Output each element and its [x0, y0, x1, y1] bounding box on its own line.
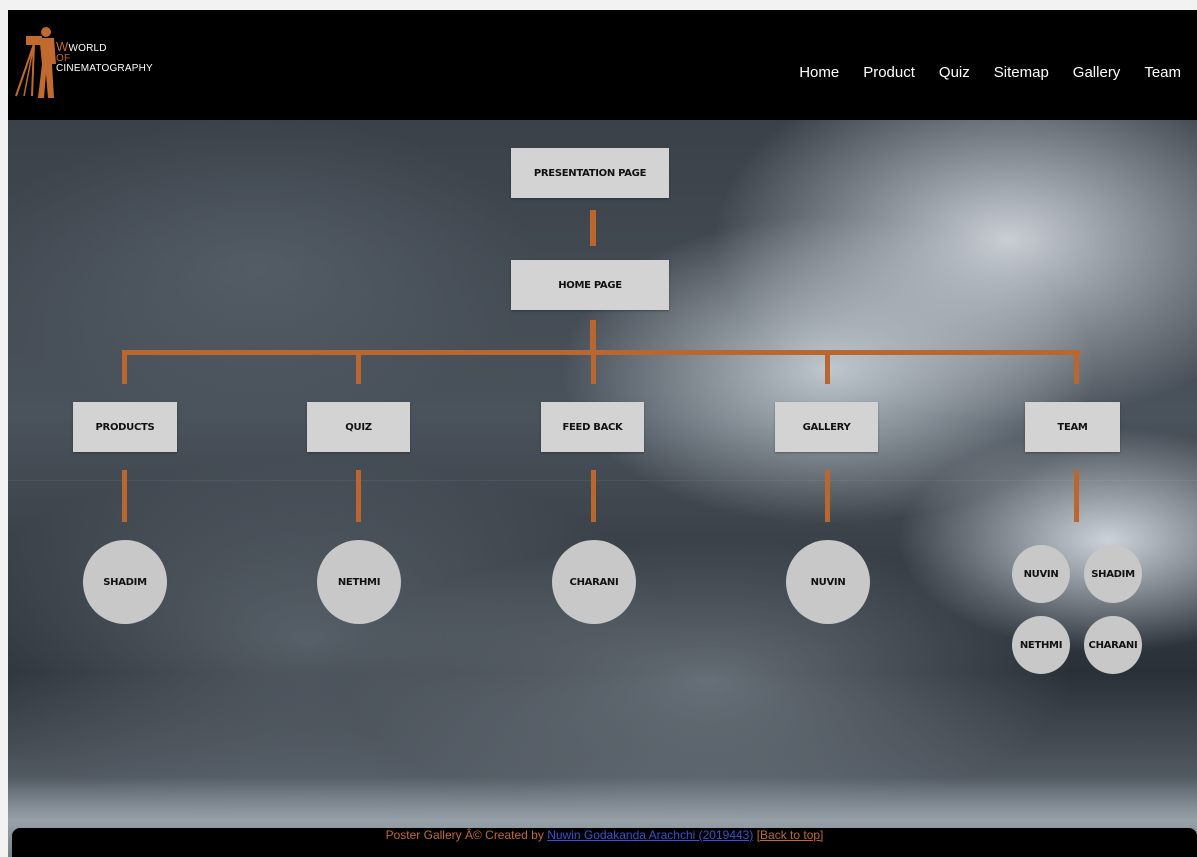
- footer-credit: Poster Gallery Â© Created by: [385, 828, 544, 842]
- connector-home-bus: [590, 320, 596, 352]
- node-quiz: Quiz: [307, 402, 410, 452]
- team-circle-shadim: Shadim: [1084, 545, 1142, 603]
- nav-sitemap[interactable]: Sitemap: [994, 64, 1049, 81]
- connector-gallery: [825, 350, 830, 384]
- team-circle-nuvin: Nuvin: [1012, 545, 1070, 603]
- connector-root-home: [590, 210, 596, 246]
- site-footer: Poster Gallery Â© Created by Nuwin Godak…: [12, 828, 1197, 857]
- connector-horizontal-bus: [122, 350, 1080, 355]
- owner-circle-quiz: Nethmi: [317, 540, 401, 624]
- author-link[interactable]: Nuwin Godakanda Arachchi (2019443): [547, 828, 753, 842]
- owner-circle-products: Shadim: [83, 540, 167, 624]
- connector-feedback-owner: [591, 470, 596, 522]
- logo-line1: WORLD: [68, 43, 107, 54]
- main-nav: Home Product Quiz Sitemap Gallery Team: [799, 64, 1181, 81]
- connector-quiz-owner: [356, 470, 361, 522]
- nav-home[interactable]: Home: [799, 64, 839, 81]
- nav-gallery[interactable]: Gallery: [1073, 64, 1121, 81]
- connector-team: [1074, 350, 1079, 384]
- node-home-page: Home page: [511, 260, 669, 310]
- connector-team-owner: [1074, 470, 1079, 522]
- nav-team[interactable]: Team: [1144, 64, 1181, 81]
- logo-wordmark[interactable]: WWORLD OF CINEMATOGRAPHY: [56, 40, 153, 74]
- team-circle-charani: Charani: [1084, 616, 1142, 674]
- owner-circle-gallery: Nuvin: [786, 540, 870, 624]
- connector-products-owner: [122, 470, 127, 522]
- background-seam: [8, 480, 1197, 481]
- site-header: WWORLD OF CINEMATOGRAPHY Home Product Qu…: [8, 10, 1197, 120]
- nav-quiz[interactable]: Quiz: [939, 64, 970, 81]
- node-gallery: Gallery: [775, 402, 878, 452]
- logo-line3: CINEMATOGRAPHY: [56, 63, 153, 74]
- connector-products: [122, 350, 127, 384]
- node-products: Products: [73, 402, 177, 452]
- nav-product[interactable]: Product: [863, 64, 915, 81]
- node-feedback: Feed Back: [541, 402, 644, 452]
- owner-circle-feedback: Charani: [552, 540, 636, 624]
- back-to-top-link[interactable]: [Back to top]: [757, 828, 824, 842]
- node-presentation-page: Presentation Page: [511, 148, 669, 198]
- smoke-background: [8, 120, 1197, 857]
- node-team: Team: [1025, 402, 1120, 452]
- connector-feedback: [591, 350, 596, 384]
- connector-gallery-owner: [825, 470, 830, 522]
- connector-quiz: [356, 350, 361, 384]
- team-circle-nethmi: Nethmi: [1012, 616, 1070, 674]
- page: WWORLD OF CINEMATOGRAPHY Home Product Qu…: [8, 10, 1197, 857]
